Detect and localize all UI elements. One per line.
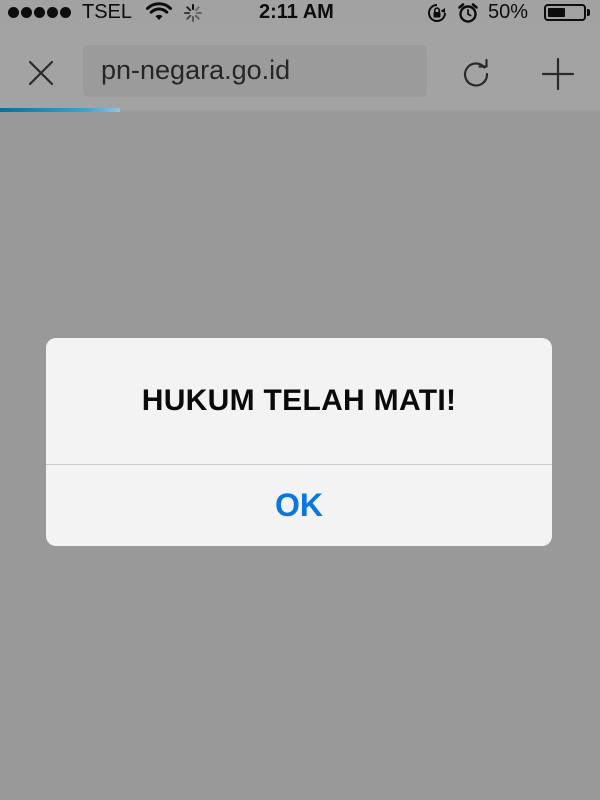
carrier-name: TSEL <box>82 1 133 23</box>
status-bar: TSEL 2:11 AM 50% <box>0 0 600 26</box>
reload-icon[interactable] <box>458 56 494 92</box>
url-text: pn-negara.go.id <box>101 55 291 85</box>
battery-icon <box>544 4 590 21</box>
alert-title: HUKUM TELAH MATI! <box>141 384 457 417</box>
signal-dot <box>60 7 71 18</box>
signal-dot <box>8 7 19 18</box>
signal-dot <box>34 7 45 18</box>
url-field[interactable]: pn-negara.go.id <box>83 45 427 97</box>
alert-dialog: HUKUM TELAH MATI! OK <box>46 338 552 546</box>
status-time: 2:11 AM <box>259 1 334 23</box>
signal-strength-icon <box>8 7 71 18</box>
wifi-icon <box>146 2 172 28</box>
add-icon[interactable] <box>540 56 576 92</box>
battery-fill <box>548 8 565 17</box>
close-icon[interactable] <box>24 56 58 90</box>
battery-terminal <box>587 9 590 16</box>
browser-toolbar: pn-negara.go.id <box>0 26 600 110</box>
ok-button[interactable]: OK <box>46 465 552 546</box>
signal-dot <box>47 7 58 18</box>
battery-percentage: 50% <box>488 1 529 23</box>
signal-dot <box>21 7 32 18</box>
